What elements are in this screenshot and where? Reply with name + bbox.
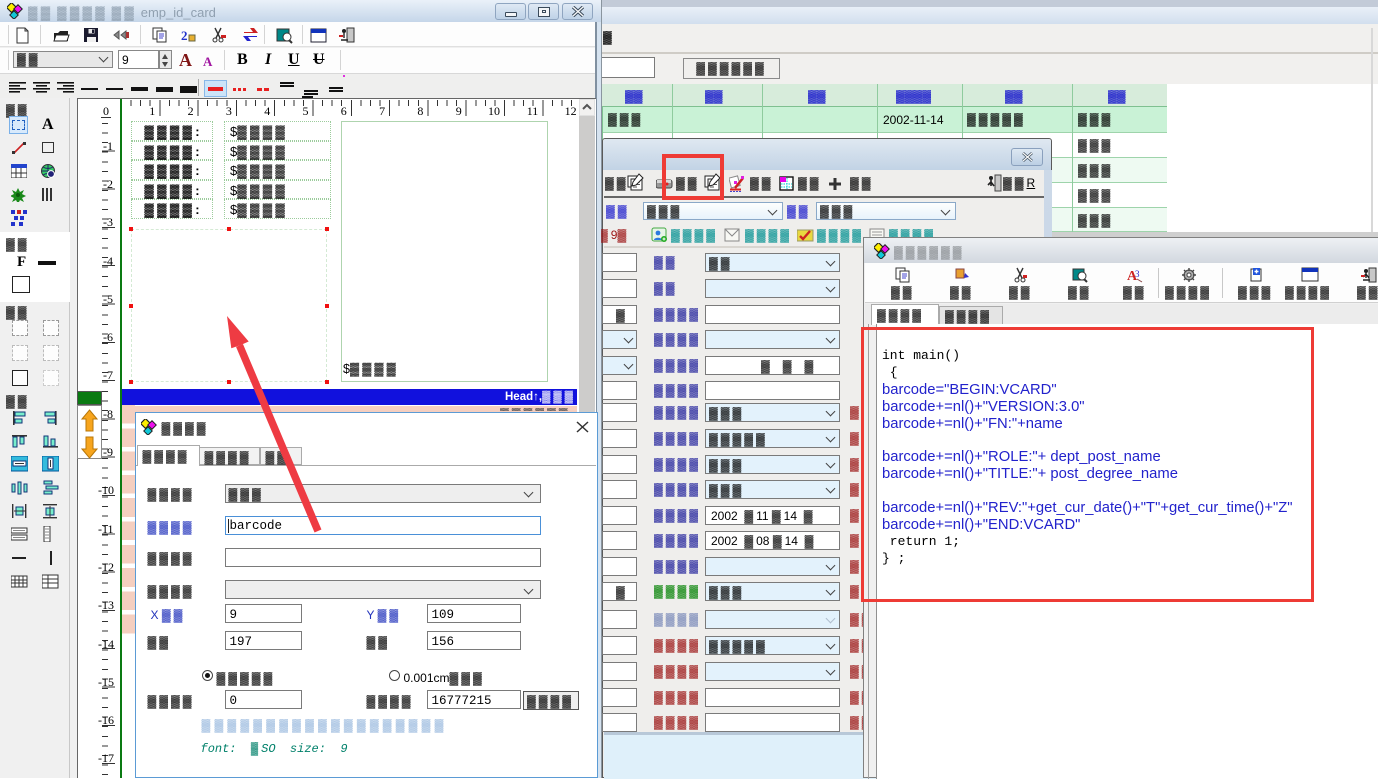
svg-text:3: 3 (1135, 269, 1140, 279)
svg-text:2: 2 (181, 28, 188, 43)
